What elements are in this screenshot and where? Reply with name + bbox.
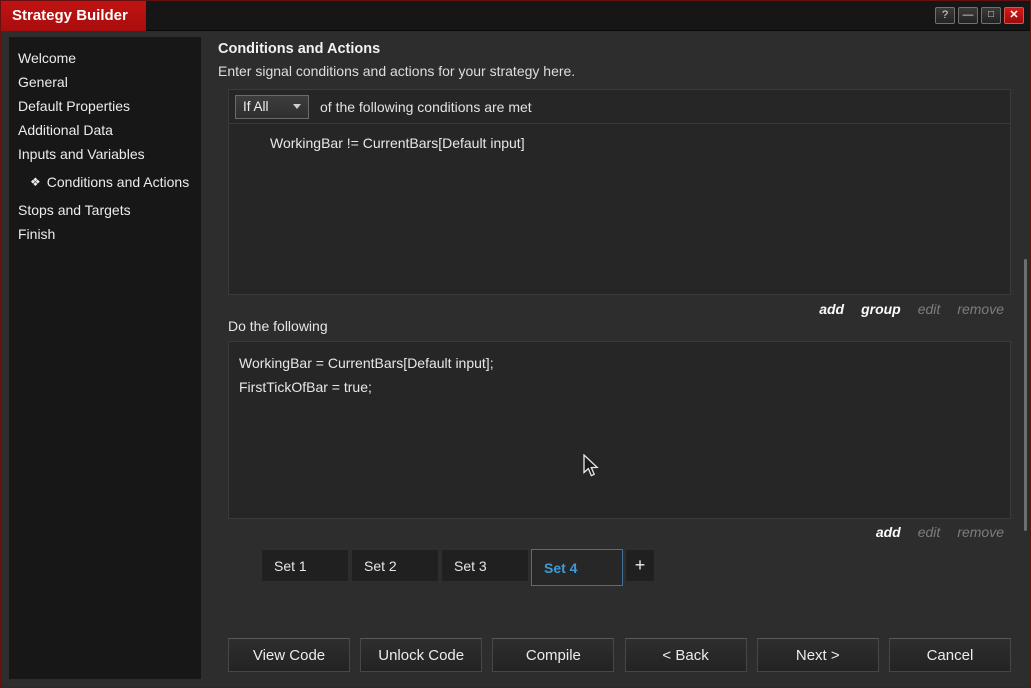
footer-button-next[interactable]: Next > — [757, 638, 879, 672]
window-title: Strategy Builder — [1, 1, 146, 31]
sidebar-item-stops-and-targets[interactable]: Stops and Targets — [9, 198, 201, 222]
set-tab-set-4[interactable]: Set 4 — [531, 549, 623, 586]
action-link-remove[interactable]: remove — [957, 524, 1004, 540]
conditions-match-header: If All of the following conditions are m… — [229, 90, 1010, 124]
add-set-button[interactable]: + — [625, 549, 655, 582]
actions-label: Do the following — [228, 318, 328, 334]
condition-link-edit[interactable]: edit — [918, 301, 941, 317]
actions-panel: WorkingBar = CurrentBars[Default input];… — [228, 341, 1011, 519]
actions-links: add edit remove — [876, 524, 1004, 540]
scrollbar-thumb[interactable] — [1024, 259, 1027, 531]
minimize-button[interactable]: — — [958, 7, 978, 24]
sidebar-item-label: General — [18, 74, 68, 90]
footer-buttons: View Code Unlock Code Compile < Back Next > C… — [228, 638, 1011, 672]
action-item-workingbar-currentbars-default-input[interactable]: WorkingBar = CurrentBars[Default input]; — [239, 351, 1000, 375]
conditions-list: WorkingBar != CurrentBars[Default input] — [229, 124, 1010, 154]
action-link-add[interactable]: add — [876, 524, 901, 540]
match-type-value: If All — [243, 99, 269, 114]
condition-item-workingbar-currentbars-default-input[interactable]: WorkingBar != CurrentBars[Default input] — [270, 133, 1010, 154]
sidebar-item-additional-data[interactable]: Additional Data — [9, 118, 201, 142]
sidebar-item-general[interactable]: General — [9, 70, 201, 94]
sidebar-item-label: Stops and Targets — [18, 202, 131, 218]
sidebar-item-label: Finish — [18, 226, 55, 242]
sidebar-item-label: Default Properties — [18, 98, 130, 114]
condition-link-remove[interactable]: remove — [957, 301, 1004, 317]
page-title: Conditions and Actions — [218, 41, 380, 57]
sidebar-item-default-properties[interactable]: Default Properties — [9, 94, 201, 118]
help-button[interactable]: ? — [935, 7, 955, 24]
chevron-down-icon — [293, 104, 301, 109]
set-tabs: Set 1Set 2Set 3Set 4 + — [261, 549, 655, 586]
conditions-links: add group edit remove — [819, 301, 1004, 317]
sidebar-item-welcome[interactable]: Welcome — [9, 46, 201, 70]
sidebar-item-finish[interactable]: Finish — [9, 222, 201, 246]
set-tab-set-2[interactable]: Set 2 — [351, 549, 439, 582]
set-tab-set-3[interactable]: Set 3 — [441, 549, 529, 582]
set-tabs-strip: Set 1Set 2Set 3Set 4 — [261, 549, 623, 586]
sidebar-item-label: Additional Data — [18, 122, 113, 138]
footer-button-unlock-code[interactable]: Unlock Code — [360, 638, 482, 672]
action-link-edit[interactable]: edit — [918, 524, 941, 540]
title-bar: Strategy Builder ? — □ ✕ — [1, 1, 1030, 31]
action-item-firsttickofbar-true[interactable]: FirstTickOfBar = true; — [239, 375, 1000, 399]
sidebar-item-label: Conditions and Actions — [47, 174, 189, 190]
page-subtitle: Enter signal conditions and actions for … — [218, 63, 575, 79]
conditions-panel: If All of the following conditions are m… — [228, 89, 1011, 295]
footer-button-back[interactable]: < Back — [625, 638, 747, 672]
condition-link-group[interactable]: group — [861, 301, 901, 317]
match-suffix-label: of the following conditions are met — [320, 99, 532, 115]
close-button[interactable]: ✕ — [1004, 7, 1024, 24]
wizard-step-sidebar: Welcome General Default Properties Addit… — [9, 37, 201, 679]
set-tab-set-1[interactable]: Set 1 — [261, 549, 349, 582]
sidebar-item-inputs-and-variables[interactable]: Inputs and Variables — [9, 142, 201, 166]
footer-button-compile[interactable]: Compile — [492, 638, 614, 672]
sidebar-item-label: Welcome — [18, 50, 76, 66]
sidebar-item-conditions-and-actions[interactable]: ❖ Conditions and Actions — [9, 170, 201, 194]
sidebar-item-label: Inputs and Variables — [18, 146, 145, 162]
window-controls: ? — □ ✕ — [935, 7, 1024, 24]
main-content: Conditions and Actions Enter signal cond… — [211, 37, 1022, 679]
match-type-select[interactable]: If All — [235, 95, 309, 119]
footer-button-view-code[interactable]: View Code — [228, 638, 350, 672]
diamond-bullet-icon: ❖ — [30, 175, 41, 189]
condition-link-add[interactable]: add — [819, 301, 844, 317]
footer-button-cancel[interactable]: Cancel — [889, 638, 1011, 672]
strategy-builder-window: { "window": { "title": "Strategy Builder… — [0, 0, 1031, 688]
maximize-button[interactable]: □ — [981, 7, 1001, 24]
